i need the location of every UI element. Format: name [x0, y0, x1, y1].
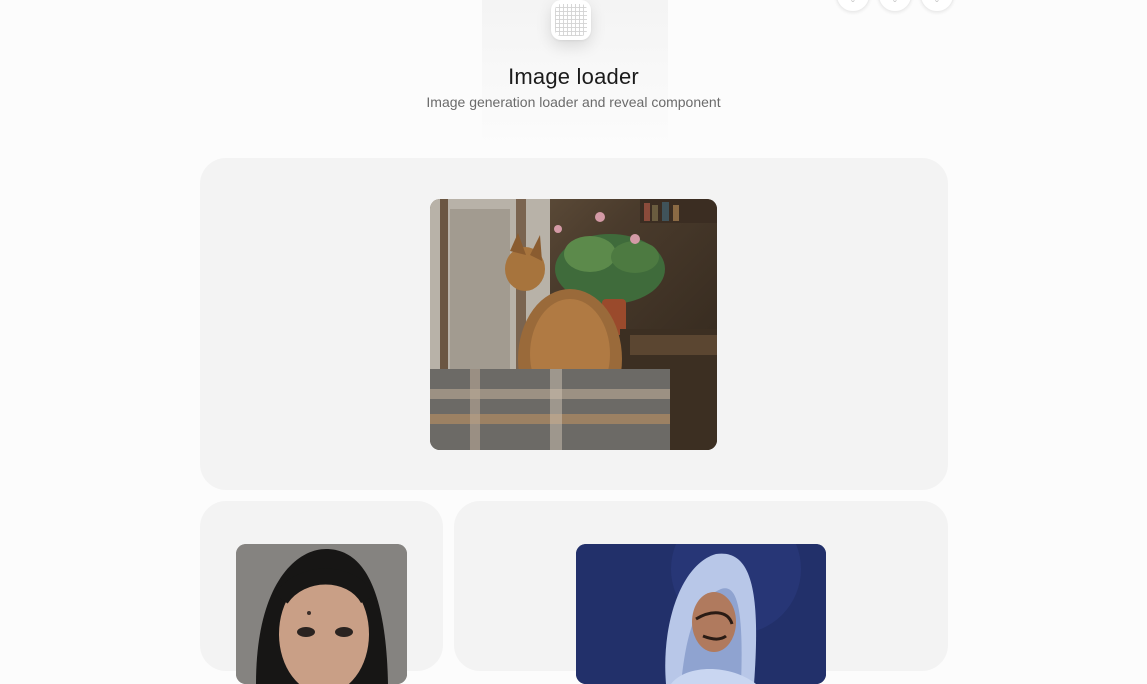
top-action-button-1[interactable]: ◦	[836, 0, 870, 12]
top-action-button-3[interactable]: ◦	[920, 0, 954, 12]
action-icon: ◦	[893, 0, 897, 7]
man-hoodie-svg	[576, 544, 826, 684]
pixel-grid-icon	[555, 4, 587, 36]
man-hoodie-image	[576, 544, 826, 684]
cat-image	[430, 199, 717, 450]
top-action-button-2[interactable]: ◦	[878, 0, 912, 12]
woman-portrait-image	[236, 544, 407, 684]
page-subtitle: Image generation loader and reveal compo…	[426, 94, 721, 110]
logo-tile	[551, 0, 591, 40]
woman-portrait-svg	[236, 544, 407, 684]
action-icon: ◦	[851, 0, 855, 7]
page-title: Image loader	[508, 64, 639, 89]
top-actions: ◦ ◦ ◦	[836, 0, 954, 12]
cat-image-svg	[430, 199, 717, 450]
action-icon: ◦	[935, 0, 939, 7]
